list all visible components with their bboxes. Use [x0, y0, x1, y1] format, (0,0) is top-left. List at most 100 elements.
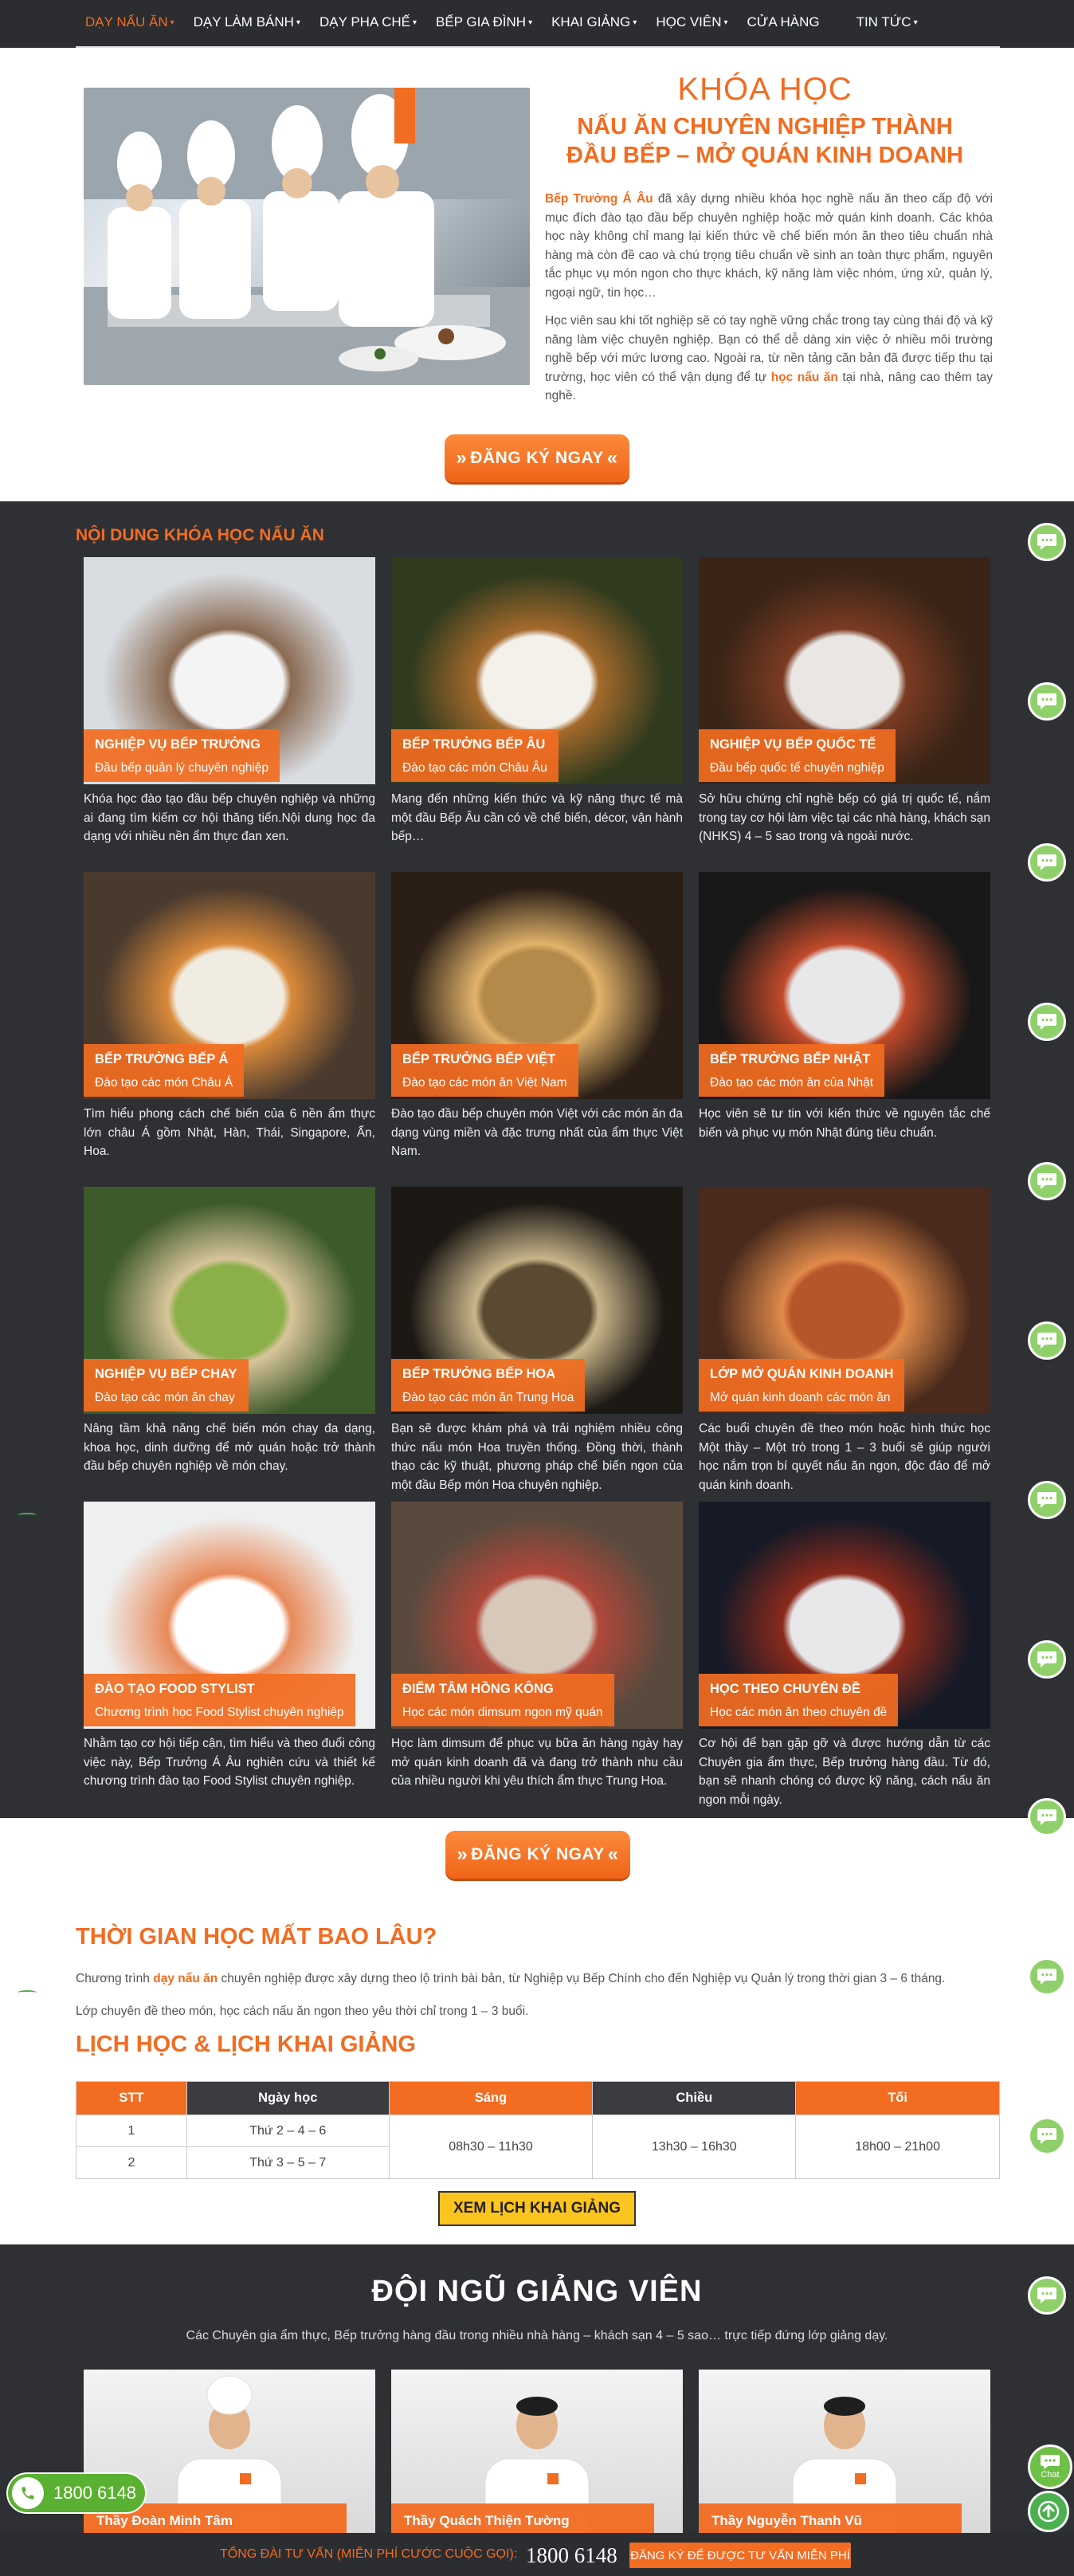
- chat-bubble-button[interactable]: [1028, 1958, 1066, 1996]
- view-schedule-button[interactable]: XEM LỊCH KHAI GIẢNG: [438, 2191, 636, 2226]
- arrow-up-icon: [1037, 2500, 1060, 2523]
- course-subtitle: Đào tạo các món ăn Việt Nam: [402, 1076, 567, 1090]
- course-subtitle: Đào tạo các món ăn của Nhật: [710, 1076, 874, 1090]
- nav-item-label: KHAI GIẢNG: [551, 14, 631, 29]
- morning-time: 08h30 – 11h30: [388, 2115, 594, 2179]
- chevron-down-icon: ▾: [296, 18, 300, 27]
- chat-bubble-icon: [1037, 2287, 1056, 2303]
- course-title: BẾP TRƯỞNG BẾP Á: [95, 1052, 229, 1066]
- course-card[interactable]: NGHIỆP VỤ BẾP QUỐC TẾ Đầu bếp quốc tế chu…: [699, 557, 990, 846]
- chevron-down-icon: ▾: [412, 18, 417, 27]
- teacher-card[interactable]: Thầy Nguyễn Thanh Vũ: [699, 2370, 990, 2539]
- col-morning: Sáng: [388, 2081, 594, 2115]
- col-evening: Tối: [795, 2081, 1000, 2115]
- chat-bubble-button[interactable]: [1028, 2117, 1066, 2155]
- course-card[interactable]: LỚP MỞ QUÁN KINH DOANH Mở quán kinh doanh…: [699, 1187, 990, 1494]
- register-button[interactable]: » ĐĂNG KÝ NGAY «: [445, 434, 629, 482]
- course-card[interactable]: BẾP TRƯỞNG BẾP HOA Đào tạo các món ăn Tru…: [391, 1187, 683, 1494]
- course-card[interactable]: NGHIỆP VỤ BẾP CHAY Đào tạo các món ăn cha…: [84, 1187, 375, 1476]
- chat-bubble-button[interactable]: [1028, 2276, 1066, 2315]
- chat-bubble-button[interactable]: [1028, 1003, 1066, 1041]
- edge-decoration: [18, 1990, 37, 1995]
- course-title: ĐÀO TẠO FOOD STYLIST: [95, 1682, 255, 1696]
- evening-time: 18h00 – 21h00: [795, 2115, 1000, 2179]
- course-label: NGHIỆP VỤ BẾP CHAY Đào tạo các món ăn cha…: [84, 1359, 249, 1412]
- course-description: Khóa học đào tạo đầu bếp chuyên nghiệp v…: [84, 792, 375, 843]
- cooking-link[interactable]: dạy nấu ăn: [153, 1972, 218, 1985]
- course-photo: BẾP TRƯỞNG BẾP NHẬT Đào tạo các món ăn củ…: [699, 872, 990, 1099]
- nav-item-1[interactable]: DẠY LÀM BÁNH ▾: [184, 0, 310, 45]
- chat-bubble-icon: [1037, 534, 1056, 550]
- register-button-label: ĐĂNG KÝ NGAY: [470, 449, 604, 467]
- course-description: Sở hữu chứng chỉ nghề bếp có giá trị quố…: [699, 792, 991, 843]
- chat-bubble-button[interactable]: [1028, 1798, 1066, 1836]
- chat-bubble-icon: [1037, 1333, 1056, 1349]
- courses-heading: NỘI DUNG KHÓA HỌC NẤU ĂN: [76, 526, 324, 544]
- course-photo: LỚP MỞ QUÁN KINH DOANH Mở quán kinh doanh…: [699, 1187, 990, 1414]
- course-card[interactable]: ĐÀO TẠO FOOD STYLIST Chương trình học Foo…: [84, 1502, 375, 1791]
- course-label: BẾP TRƯỞNG BẾP Á Đào tạo các món Châu Á: [84, 1044, 245, 1097]
- intro-heading: KHÓA HỌC NẤU ĂN CHUYÊN NGHIỆP THÀNH ĐẦU …: [542, 72, 988, 170]
- row-days: Thứ 2 – 4 – 6: [186, 2115, 390, 2147]
- course-description: Học làm dimsum để phục vụ bữa ăn hàng ng…: [391, 1737, 683, 1788]
- course-card[interactable]: ĐIỂM TÂM HỒNG KÔNG Học các món dimsum ngo…: [391, 1502, 683, 1791]
- course-title: BẾP TRƯỞNG BẾP ÂU: [402, 737, 546, 752]
- course-card[interactable]: BẾP TRƯỞNG BẾP NHẬT Đào tạo các món ăn củ…: [699, 872, 990, 1142]
- chat-bubble-icon: [1037, 1492, 1056, 1508]
- chat-bubble-button[interactable]: [1028, 682, 1066, 721]
- course-card[interactable]: NGHIỆP VỤ BẾP TRƯỞNG Đầu bếp quản lý chuy…: [84, 557, 375, 846]
- brand-link[interactable]: Bếp Trưởng Á Âu: [545, 192, 653, 206]
- course-title: BẾP TRƯỞNG BẾP NHẬT: [710, 1052, 871, 1066]
- free-consult-button[interactable]: ĐĂNG KÝ ĐỂ ĐƯỢC TƯ VẤN MIỄN PHÍ: [629, 2543, 851, 2568]
- chat-bubble-icon: [1037, 2128, 1056, 2144]
- row-stt: 1: [76, 2115, 187, 2147]
- chat-bubble-icon: [1037, 1014, 1056, 1030]
- nav-item-6[interactable]: CỬA HÀNG: [738, 0, 829, 45]
- course-photo: ĐÀO TẠO FOOD STYLIST Chương trình học Foo…: [84, 1502, 375, 1729]
- chat-button[interactable]: Chat: [1028, 2444, 1072, 2489]
- call-button[interactable]: 1800 6148: [6, 2472, 147, 2514]
- course-description: Nâng tầm khả năng chế biến món chay đa d…: [84, 1422, 375, 1473]
- chat-bubble-button[interactable]: [1028, 523, 1066, 561]
- chevron-down-icon: ▾: [913, 18, 918, 27]
- course-photo: NGHIỆP VỤ BẾP QUỐC TẾ Đầu bếp quốc tế chu…: [699, 557, 990, 784]
- col-stt: STT: [76, 2081, 187, 2115]
- course-label: BẾP TRƯỞNG BẾP NHẬT Đào tạo các món ăn củ…: [699, 1044, 885, 1097]
- chevron-down-icon: ▾: [723, 18, 728, 27]
- course-description: Tìm hiểu phong cách chế biến của 6 nền ẩ…: [84, 1107, 375, 1158]
- nav-item-label: HỌC VIÊN: [656, 14, 722, 29]
- teachers-title: ĐỘI NGŨ GIẢNG VIÊN: [371, 2275, 703, 2308]
- hotline-number[interactable]: 1800 6148: [526, 2543, 617, 2568]
- chat-bubble-button[interactable]: [1028, 1640, 1066, 1679]
- nav-item-0[interactable]: DẠY NẤU ĂN ▾: [76, 0, 184, 45]
- cooking-class-link[interactable]: học nấu ăn: [771, 371, 838, 384]
- nav-item-4[interactable]: KHAI GIẢNG ▾: [542, 0, 646, 45]
- course-photo: BẾP TRƯỞNG BẾP HOA Đào tạo các món ăn Tru…: [391, 1187, 683, 1414]
- chevron-down-icon: ▾: [633, 18, 637, 27]
- chat-bubble-button[interactable]: [1028, 1162, 1066, 1200]
- course-card[interactable]: BẾP TRƯỞNG BẾP Á Đào tạo các món Châu Á Tì…: [84, 872, 375, 1161]
- course-card[interactable]: HỌC THEO CHUYÊN ĐỀ Học các món ăn theo ch…: [699, 1502, 990, 1809]
- course-card[interactable]: BẾP TRƯỞNG BẾP VIỆT Đào tạo các món ăn Vi…: [391, 872, 683, 1161]
- col-afternoon: Chiều: [592, 2081, 797, 2115]
- register-button-2[interactable]: » ĐĂNG KÝ NGAY «: [445, 1831, 630, 1879]
- course-card[interactable]: BẾP TRƯỞNG BẾP ÂU Đào tạo các món Châu Âu…: [391, 557, 683, 846]
- teacher-card[interactable]: Thầy Quách Thiện Tường: [391, 2370, 683, 2539]
- nav-item-7[interactable]: TIN TỨC ▾: [847, 0, 927, 45]
- nav-item-3[interactable]: BẾP GIA ĐÌNH ▾: [426, 0, 542, 45]
- chat-bubble-button[interactable]: [1028, 843, 1066, 882]
- col-days: Ngày học: [186, 2081, 390, 2115]
- scroll-to-top-button[interactable]: [1028, 2491, 1069, 2532]
- intro-title-1: KHÓA HỌC: [677, 72, 853, 107]
- course-label: BẾP TRƯỞNG BẾP VIỆT Đào tạo các món ăn Vi…: [391, 1044, 578, 1097]
- nav-item-2[interactable]: DẠY PHA CHẾ ▾: [310, 0, 426, 45]
- course-title: NGHIỆP VỤ BẾP QUỐC TẾ: [710, 737, 876, 752]
- row-stt: 2: [76, 2146, 187, 2179]
- chat-bubble-button[interactable]: [1028, 1321, 1066, 1360]
- course-subtitle: Đào tạo các món Châu Âu: [402, 761, 547, 775]
- nav-item-label: BẾP GIA ĐÌNH: [436, 14, 527, 29]
- nav-item-5[interactable]: HỌC VIÊN ▾: [646, 0, 737, 45]
- teachers-subtitle: Các Chuyên gia ẩm thực, Bếp trưởng hàng …: [186, 2329, 888, 2342]
- chat-bubble-button[interactable]: [1028, 1481, 1066, 1519]
- phone-icon: [12, 2477, 44, 2509]
